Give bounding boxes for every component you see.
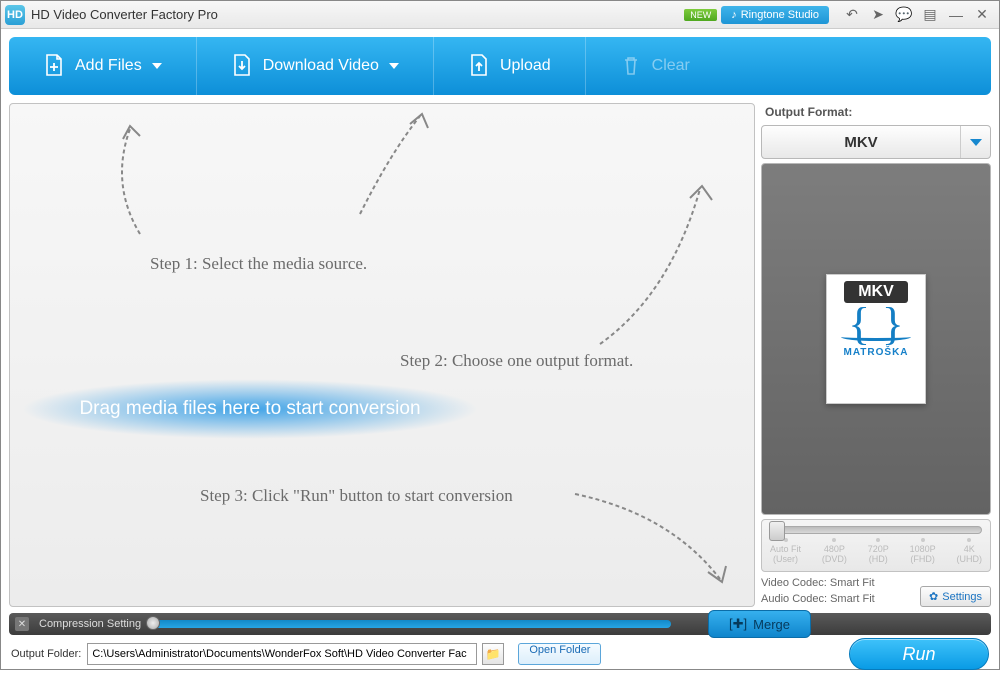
ringtone-label: Ringtone Studio <box>741 9 819 21</box>
folder-icon: 📁 <box>486 647 501 661</box>
chevron-down-icon <box>960 126 990 158</box>
gear-icon: ✿ <box>929 590 938 603</box>
settings-label: Settings <box>942 591 982 603</box>
add-files-label: Add Files <box>75 57 142 75</box>
format-card: MKV { } MATROŠKA <box>826 274 926 404</box>
audio-codec-text: Audio Codec: Smart Fit <box>761 592 914 607</box>
arrow-icon <box>350 104 470 224</box>
slider-knob-icon[interactable] <box>146 616 160 630</box>
run-button[interactable]: Run <box>849 638 989 670</box>
add-files-button[interactable]: Add Files <box>9 37 197 95</box>
output-format-label: Output Format: <box>761 103 991 121</box>
download-video-button[interactable]: Download Video <box>197 37 434 95</box>
format-preview[interactable]: MKV { } MATROŠKA <box>761 163 991 515</box>
share-icon[interactable]: ➤ <box>865 4 891 26</box>
title-bar: HD HD Video Converter Factory Pro NEW ♪ … <box>1 1 999 29</box>
card-name: MATROŠKA <box>843 347 908 358</box>
main-toolbar: Add Files Download Video Upload Clear <box>9 37 991 95</box>
arrow-step2-icon <box>590 174 740 354</box>
swoosh-icon <box>841 333 911 341</box>
drop-area[interactable]: Step 1: Select the media source. Step 2:… <box>9 103 755 607</box>
clear-button[interactable]: Clear <box>586 37 724 95</box>
download-icon <box>231 53 253 79</box>
resolution-slider[interactable] <box>770 526 982 534</box>
upload-button[interactable]: Upload <box>434 37 586 95</box>
compression-close-icon[interactable]: ✕ <box>15 617 29 631</box>
compression-label: Compression Setting <box>39 618 141 630</box>
clear-label: Clear <box>652 57 690 75</box>
slider-knob-icon[interactable] <box>769 521 785 541</box>
video-codec-text: Video Codec: Smart Fit <box>761 576 914 591</box>
codec-info: Video Codec: Smart Fit Audio Codec: Smar… <box>761 576 914 607</box>
drag-hint: Drag media files here to start conversio… <box>20 379 480 439</box>
app-title: HD Video Converter Factory Pro <box>31 7 218 22</box>
resolution-option[interactable]: 720P(HD) <box>868 538 889 566</box>
undo-icon[interactable]: ↶ <box>839 4 865 26</box>
feedback-icon[interactable]: 💬 <box>891 4 917 26</box>
output-panel: Output Format: MKV MKV { } MATROŠKA Auto… <box>761 103 991 607</box>
compression-bar: ✕ Compression Setting [✚] Merge <box>9 613 991 635</box>
close-icon[interactable]: ✕ <box>969 4 995 26</box>
menu-icon[interactable]: ▤ <box>917 4 943 26</box>
merge-label: Merge <box>753 617 790 632</box>
output-folder-path[interactable]: C:\Users\Administrator\Documents\WonderF… <box>87 643 477 665</box>
merge-button[interactable]: [✚] Merge <box>708 610 811 638</box>
add-file-icon <box>43 53 65 79</box>
download-label: Download Video <box>263 57 379 75</box>
arrow-step1-icon <box>90 114 210 244</box>
app-logo-icon: HD <box>5 5 25 25</box>
upload-icon <box>468 53 490 79</box>
open-folder-button[interactable]: Open Folder <box>518 643 601 665</box>
bottom-bar: Output Folder: C:\Users\Administrator\Do… <box>1 635 999 673</box>
resolution-option[interactable]: 480P(DVD) <box>822 538 847 566</box>
resolution-option[interactable]: 4K(UHD) <box>956 538 982 566</box>
settings-button[interactable]: ✿ Settings <box>920 586 991 607</box>
upload-label: Upload <box>500 57 551 75</box>
step2-text: Step 2: Choose one output format. <box>400 351 633 371</box>
resolution-panel: Auto Fit(User) 480P(DVD) 720P(HD) 1080P(FHD… <box>761 519 991 573</box>
trash-icon <box>620 53 642 79</box>
chevron-down-icon <box>389 63 399 69</box>
minimize-icon[interactable]: — <box>943 4 969 26</box>
output-format-value: MKV <box>762 134 960 151</box>
compression-slider[interactable] <box>151 620 671 628</box>
output-folder-label: Output Folder: <box>11 648 81 660</box>
resolution-option[interactable]: Auto Fit(User) <box>770 538 801 566</box>
arrow-step3-icon <box>570 484 740 594</box>
ringtone-studio-button[interactable]: ♪ Ringtone Studio <box>721 6 829 24</box>
ringtone-icon: ♪ <box>731 9 737 21</box>
new-badge: NEW <box>684 9 717 21</box>
step3-text: Step 3: Click "Run" button to start conv… <box>200 486 513 506</box>
browse-folder-button[interactable]: 📁 <box>482 643 504 665</box>
merge-icon: [✚] <box>729 616 747 632</box>
chevron-down-icon <box>152 63 162 69</box>
output-format-dropdown[interactable]: MKV <box>761 125 991 159</box>
step1-text: Step 1: Select the media source. <box>150 254 367 274</box>
resolution-option[interactable]: 1080P(FHD) <box>910 538 936 566</box>
